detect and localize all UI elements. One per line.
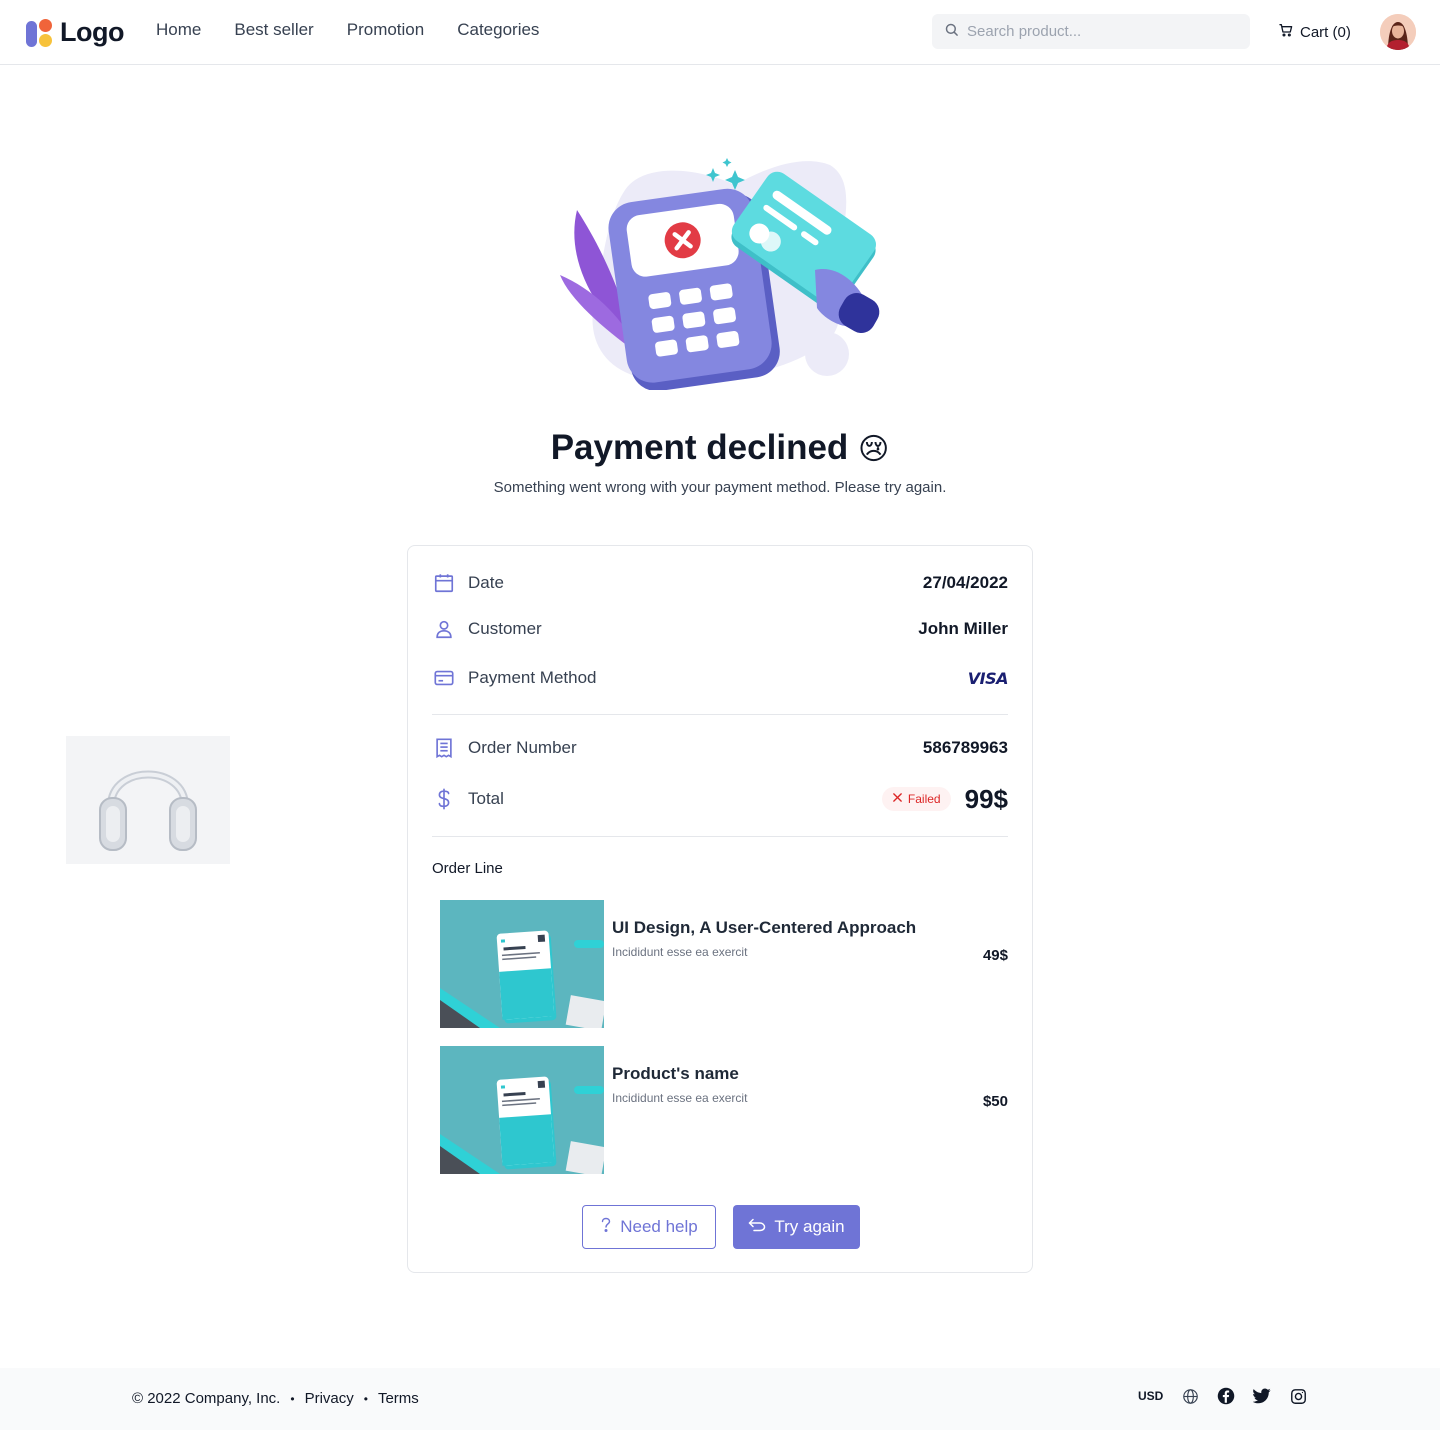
top-navbar: Logo Home Best seller Promotion Categori… — [0, 0, 1440, 65]
divider — [432, 836, 1008, 837]
date-label: Date — [468, 573, 504, 592]
footer-right: USD — [1138, 1387, 1307, 1405]
product-price: 49$ — [982, 947, 1008, 964]
logo[interactable]: Logo — [26, 17, 124, 48]
total-label: Total — [468, 789, 504, 808]
divider — [432, 714, 1008, 715]
nav-best-seller[interactable]: Best seller — [234, 20, 313, 40]
product-description: Incididunt esse ea exercit — [612, 1091, 748, 1105]
twitter-icon[interactable] — [1253, 1387, 1271, 1405]
receipt-icon — [432, 736, 456, 760]
product-thumbnail — [440, 900, 604, 1028]
terms-link[interactable]: Terms — [378, 1390, 419, 1407]
total-value-group: Failed 99$ — [881, 783, 1008, 815]
privacy-link[interactable]: Privacy — [305, 1390, 354, 1407]
user-avatar[interactable] — [1380, 14, 1416, 50]
crying-emoji-icon: 😢 — [858, 432, 890, 467]
nav-categories[interactable]: Categories — [457, 20, 539, 40]
search-input[interactable] — [967, 23, 1237, 40]
total-row: Total Failed 99$ — [432, 784, 1008, 814]
dollar-icon — [432, 787, 456, 811]
date-value: 27/04/2022 — [922, 573, 1008, 592]
instagram-icon[interactable] — [1289, 1387, 1307, 1405]
footer: © 2022 Company, Inc. • Privacy • Terms U… — [0, 1368, 1440, 1430]
date-row: Date 27/04/2022 — [432, 568, 1008, 598]
separator-dot: • — [363, 1391, 368, 1406]
status-badge: Failed — [881, 787, 951, 811]
payment-declined-illustration — [555, 150, 885, 392]
return-arrow-icon — [748, 1217, 766, 1237]
customer-label: Customer — [468, 619, 542, 638]
page-subtitle: Something went wrong with your payment m… — [493, 479, 947, 496]
question-mark-icon — [600, 1217, 612, 1238]
separator-dot: • — [290, 1391, 295, 1406]
visa-logo: VISA — [967, 668, 1009, 688]
calendar-icon — [432, 571, 456, 595]
order-number-value: 586789963 — [922, 738, 1008, 757]
globe-icon[interactable] — [1181, 1387, 1199, 1405]
total-value: 99$ — [964, 783, 1008, 814]
need-help-label: Need help — [620, 1217, 698, 1236]
logo-mark — [26, 18, 54, 47]
copyright-text: © 2022 Company, Inc. — [132, 1390, 281, 1407]
nav-home[interactable]: Home — [156, 20, 201, 40]
headphones-image — [66, 736, 230, 864]
order-line-title: Order Line — [432, 860, 503, 877]
search-icon — [944, 22, 959, 42]
try-again-button[interactable]: Try again — [733, 1205, 860, 1249]
product-thumbnail — [440, 1046, 604, 1174]
customer-value: John Miller — [918, 619, 1008, 638]
footer-left: © 2022 Company, Inc. • Privacy • Terms — [132, 1390, 419, 1407]
customer-row: Customer John Miller — [432, 614, 1008, 644]
order-line-item[interactable]: Product's name Incididunt esse ea exerci… — [440, 1046, 1008, 1174]
product-name: Product's name — [612, 1064, 739, 1083]
order-number-row: Order Number 586789963 — [432, 733, 1008, 763]
close-icon — [892, 792, 903, 806]
facebook-icon[interactable] — [1217, 1387, 1235, 1405]
main-nav: Home Best seller Promotion Categories — [156, 20, 539, 40]
cart-button[interactable]: Cart (0) — [1278, 22, 1351, 42]
page-title-text: Payment declined — [550, 428, 849, 467]
payment-summary-card: Date 27/04/2022 Customer John Miller Pay… — [407, 545, 1033, 1273]
payment-method-label: Payment Method — [468, 668, 597, 687]
credit-card-icon — [432, 666, 456, 690]
order-number-label: Order Number — [468, 738, 577, 757]
try-again-label: Try again — [774, 1217, 845, 1236]
cart-icon — [1278, 22, 1294, 42]
product-description: Incididunt esse ea exercit — [612, 945, 748, 959]
logo-text: Logo — [60, 17, 124, 47]
search-box — [932, 14, 1250, 49]
need-help-button[interactable]: Need help — [582, 1205, 716, 1249]
product-price: $50 — [982, 1093, 1008, 1110]
cart-label: Cart (0) — [1300, 23, 1351, 41]
payment-method-row: Payment Method VISA — [432, 663, 1009, 693]
status-badge-label: Failed — [907, 792, 941, 806]
order-line-item[interactable]: UI Design, A User-Centered Approach Inci… — [440, 900, 1008, 1028]
page-title: Payment declined 😢 — [0, 428, 1440, 468]
currency-selector[interactable]: USD — [1138, 1389, 1163, 1403]
product-name: UI Design, A User-Centered Approach — [612, 918, 917, 937]
user-icon — [432, 617, 456, 641]
nav-promotion[interactable]: Promotion — [347, 20, 424, 40]
